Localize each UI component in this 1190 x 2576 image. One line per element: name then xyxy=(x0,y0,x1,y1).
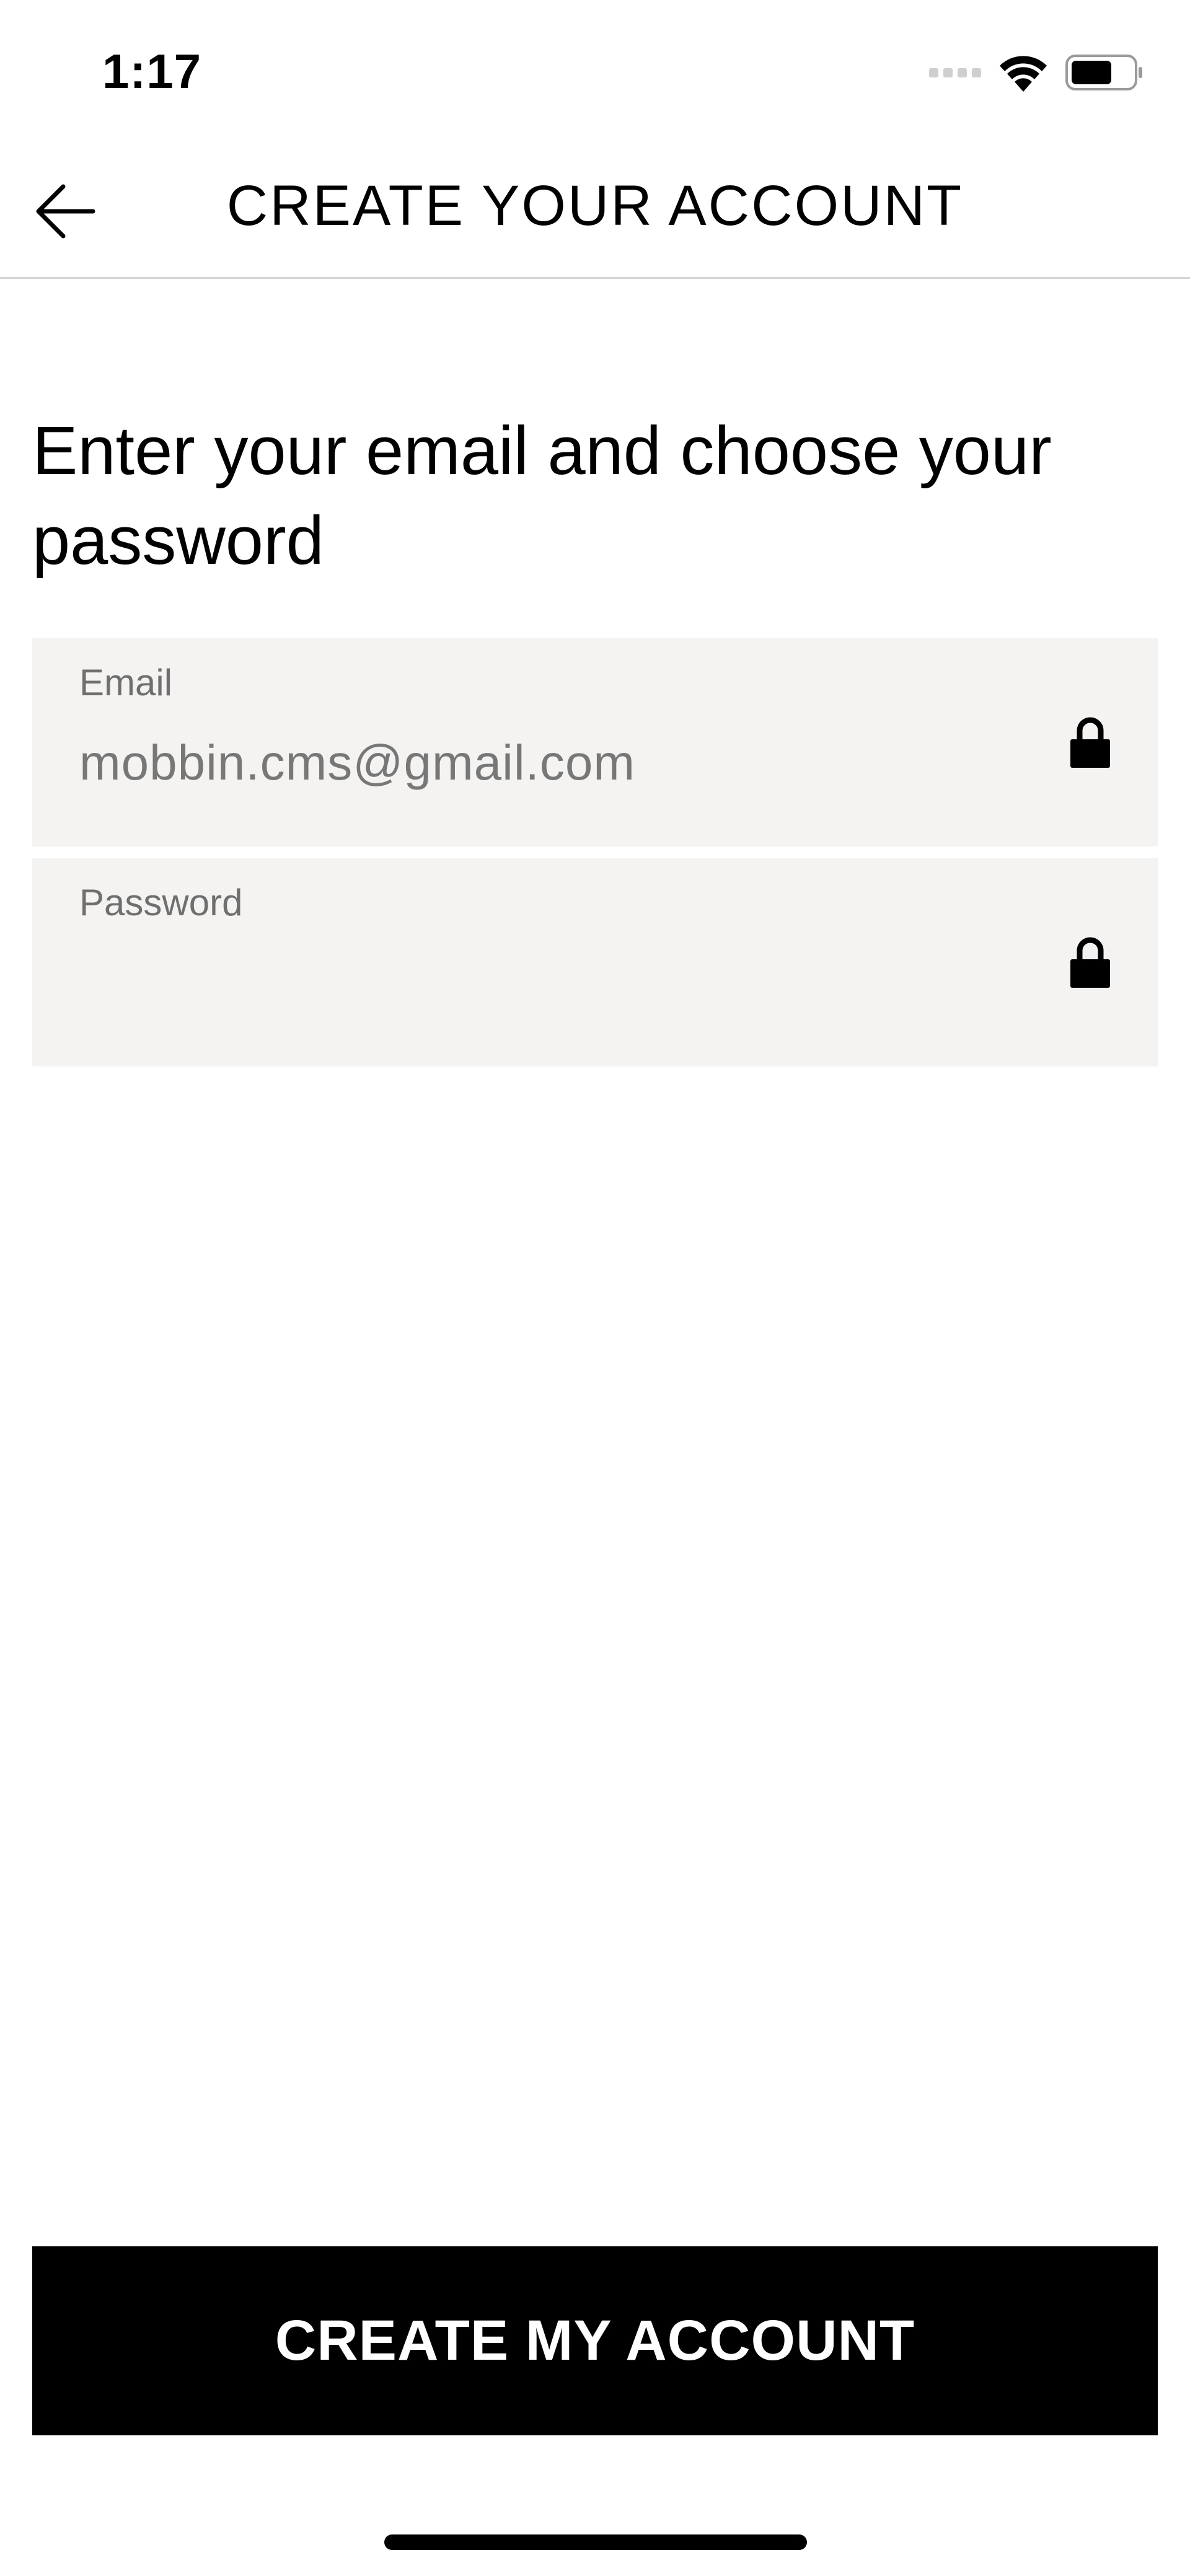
password-label: Password xyxy=(79,882,243,923)
battery-icon xyxy=(1065,55,1142,90)
status-bar: 1:17 xyxy=(0,0,1190,143)
lock-icon xyxy=(1070,717,1110,768)
navigation-bar: CREATE YOUR ACCOUNT xyxy=(0,143,1190,279)
email-label: Email xyxy=(79,662,173,703)
page-title: CREATE YOUR ACCOUNT xyxy=(226,174,964,237)
cellular-signal-icon xyxy=(929,68,981,77)
password-field[interactable]: Password xyxy=(32,858,1158,1066)
password-input[interactable] xyxy=(79,945,1011,1014)
status-time: 1:17 xyxy=(102,44,202,99)
email-field[interactable]: Email mobbin.cms@gmail.com xyxy=(32,638,1158,846)
lock-icon xyxy=(1070,937,1110,988)
create-account-button[interactable]: CREATE MY ACCOUNT xyxy=(32,2246,1158,2435)
wifi-icon xyxy=(1000,56,1047,92)
status-icons xyxy=(929,51,1144,94)
form-heading: Enter your email and choose your passwor… xyxy=(32,413,1052,579)
home-indicator xyxy=(384,2534,807,2550)
email-value: mobbin.cms@gmail.com xyxy=(79,735,635,790)
